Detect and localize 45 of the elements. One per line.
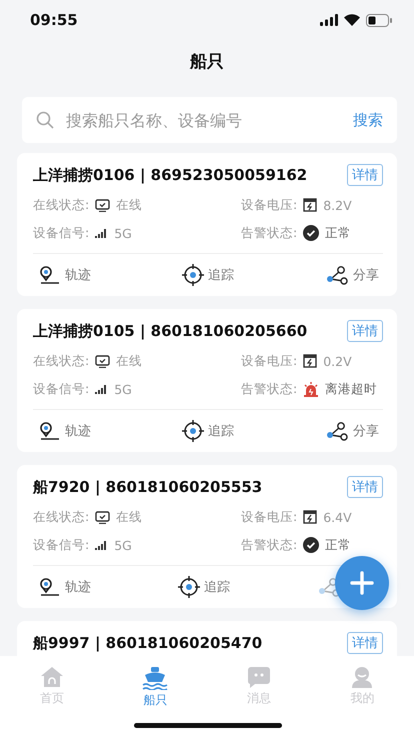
field-label: 设备信号: xyxy=(33,536,90,554)
field-label: 在线状态: xyxy=(33,196,90,214)
share-button[interactable]: 分享 xyxy=(325,421,379,441)
ship-title: 上洋捕捞0105 | 860181060205660 xyxy=(33,322,308,340)
track-button[interactable]: 轨迹 xyxy=(39,577,91,597)
field-value: 0.2V xyxy=(323,354,352,368)
search-button[interactable]: 搜索 xyxy=(353,110,383,130)
tab-bar-item[interactable]: 船只 xyxy=(104,656,207,736)
detail-button[interactable]: 详情 xyxy=(347,476,383,498)
field-label: 在线状态: xyxy=(33,352,90,370)
field-label: 设备电压: xyxy=(241,508,298,526)
field-label: 告警状态: xyxy=(241,380,298,398)
field-label: 设备信号: xyxy=(33,380,90,398)
field-value: 在线 xyxy=(116,508,142,526)
detail-button[interactable]: 详情 xyxy=(347,632,383,654)
field-label: 设备电压: xyxy=(241,196,298,214)
ship-title: 船9997 | 860181060205470 xyxy=(33,634,262,652)
field-value: 5G xyxy=(114,382,132,396)
field-label: 告警状态: xyxy=(241,224,298,242)
field-value: 在线 xyxy=(116,352,142,370)
ship-title: 上洋捕捞0106 | 869523050059162 xyxy=(33,166,308,184)
field-value: 5G xyxy=(114,538,132,552)
status-time: 09:55 xyxy=(30,11,78,29)
field-label: 在线状态: xyxy=(33,508,90,526)
field-value: 5G xyxy=(114,226,132,240)
field-label: 告警状态: xyxy=(241,536,298,554)
share-button[interactable]: 分享 xyxy=(325,265,379,285)
field-value: 6.4V xyxy=(323,510,352,524)
track-button[interactable]: 轨迹 xyxy=(39,421,91,441)
search-field[interactable]: 搜索船只名称、设备编号 搜索 xyxy=(22,97,397,143)
field-value: 离港超时 xyxy=(325,380,378,398)
detail-button[interactable]: 详情 xyxy=(347,320,383,342)
field-value: 正常 xyxy=(325,224,352,242)
detail-button[interactable]: 详情 xyxy=(347,164,383,186)
follow-button[interactable]: 追踪 xyxy=(178,576,230,598)
page-title: 船只 xyxy=(190,50,224,72)
follow-button[interactable]: 追踪 xyxy=(182,264,234,286)
field-value: 8.2V xyxy=(323,198,352,212)
field-value: 正常 xyxy=(325,536,352,554)
field-label: 设备信号: xyxy=(33,224,90,242)
track-button[interactable]: 轨迹 xyxy=(39,265,91,285)
follow-button[interactable]: 追踪 xyxy=(182,420,234,442)
field-value: 在线 xyxy=(116,196,142,214)
ship-title: 船7920 | 860181060205553 xyxy=(33,478,262,496)
field-label: 设备电压: xyxy=(241,352,298,370)
